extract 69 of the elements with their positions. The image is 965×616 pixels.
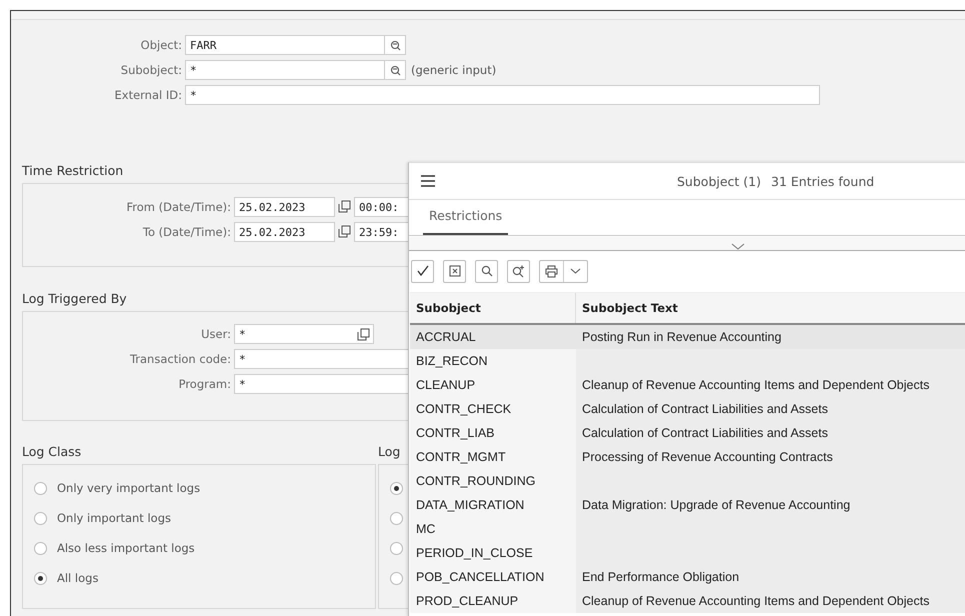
radio-label: Only very important logs — [57, 481, 200, 495]
search-more-button[interactable] — [507, 260, 530, 282]
column-header: Subobject — [410, 293, 576, 323]
section-title: Log — [378, 443, 400, 461]
field-label: From (Date/Time): — [126, 200, 231, 214]
field-label: Program: — [178, 377, 231, 391]
radio-button[interactable] — [390, 572, 403, 584]
radio-button[interactable] — [390, 482, 403, 494]
radio-label: All logs — [57, 571, 98, 585]
table-cell: CONTR_ROUNDING — [410, 469, 576, 493]
field-label: Object: — [140, 38, 182, 52]
table-cell: Cleanup of Revenue Accounting Items and Dependent Objects — [582, 594, 930, 608]
table-cell: Calculation of Contract Liabilities and Assets — [582, 426, 828, 440]
menu-icon[interactable] — [421, 175, 435, 187]
field-label: User: — [200, 327, 231, 341]
cancel-button[interactable] — [443, 260, 466, 282]
hint-text: (generic input) — [411, 63, 496, 77]
date-field[interactable]: 25.02.2023 — [234, 197, 335, 217]
printer-icon — [545, 264, 558, 278]
input-field[interactable]: FARR — [185, 35, 406, 55]
table-cell: DATA_MIGRATION — [410, 493, 576, 517]
radio-label: Also less important logs — [57, 541, 195, 555]
search-plus-icon — [512, 264, 525, 278]
search-icon — [480, 265, 492, 277]
search-button[interactable] — [475, 260, 498, 282]
table-cell: Data Migration: Upgrade of Revenue Accounting — [582, 498, 850, 512]
radio-label: Only important logs — [57, 511, 171, 525]
table-cell: Calculation of Contract Liabilities and Assets — [582, 402, 828, 416]
radio-button[interactable] — [390, 512, 403, 524]
print-button[interactable] — [539, 260, 588, 282]
input-field[interactable]: * — [185, 60, 406, 80]
radio-button[interactable] — [34, 512, 47, 524]
table-cell: Processing of Revenue Accounting Contracts — [582, 450, 833, 464]
section-title: Log Triggered By — [22, 290, 127, 308]
radio-button[interactable] — [34, 572, 47, 584]
caret-icon — [570, 268, 581, 274]
table-cell: PROD_CLEANUP — [410, 589, 576, 613]
date-field[interactable]: 25.02.2023 — [234, 222, 335, 242]
table-cell: Cleanup of Revenue Accounting Items and Dependent Objects — [582, 378, 930, 392]
field-label: Transaction code: — [128, 352, 231, 366]
input-field[interactable]: * — [185, 85, 820, 105]
table-cell: MC — [410, 517, 576, 541]
dialog-title: Subobject (1) — [677, 174, 761, 188]
entry-count: 31 Entries found — [771, 174, 874, 188]
table-cell: Posting Run in Revenue Accounting — [582, 330, 782, 344]
input-field[interactable]: * — [234, 324, 374, 344]
table-cell: BIZ_RECON — [410, 349, 576, 373]
section-title: Time Restriction — [22, 162, 124, 180]
value-help-icon[interactable] — [356, 327, 371, 342]
column-header: Subobject Text — [581, 300, 679, 317]
field-label: External ID: — [114, 88, 182, 102]
radio-button[interactable] — [34, 482, 47, 494]
table-cell: CONTR_LIAB — [410, 421, 576, 445]
check-icon — [416, 265, 428, 277]
table-cell: CONTR_CHECK — [410, 397, 576, 421]
check-button[interactable] — [411, 260, 434, 282]
radio-button[interactable] — [390, 542, 403, 554]
table-cell: CLEANUP — [410, 373, 576, 397]
table-cell: End Performance Obligation — [582, 570, 740, 584]
section-title: Log Class — [22, 443, 82, 461]
field-label: To (Date/Time): — [142, 225, 231, 239]
chevron-down-icon — [730, 243, 744, 250]
tab[interactable]: Restrictions — [423, 208, 508, 235]
table-cell: POB_CANCELLATION — [410, 565, 576, 589]
table-cell: CONTR_MGMT — [410, 445, 576, 469]
close-icon — [448, 265, 460, 277]
table-cell: PERIOD_IN_CLOSE — [410, 541, 576, 565]
field-label: Subobject: — [120, 63, 182, 77]
radio-button[interactable] — [34, 542, 47, 554]
